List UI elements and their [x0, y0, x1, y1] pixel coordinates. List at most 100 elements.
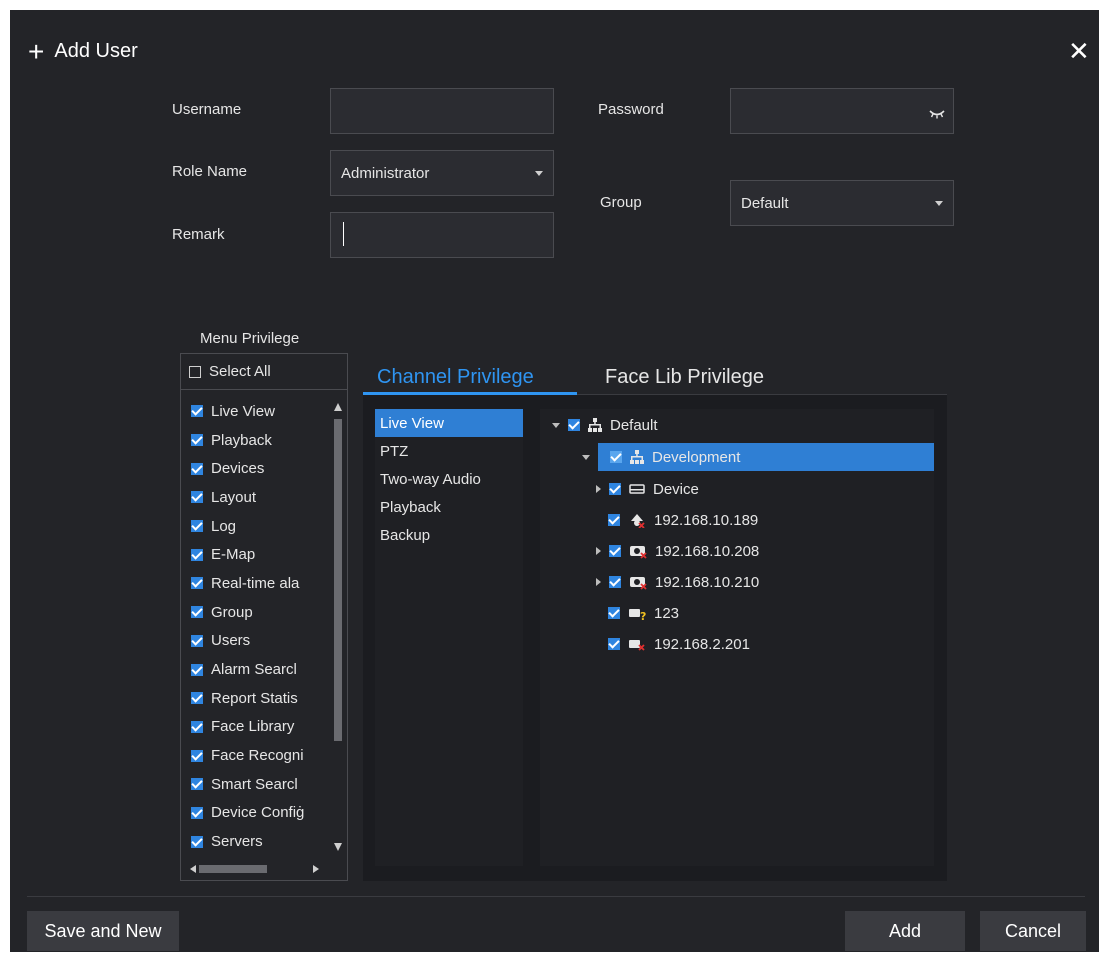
tree-node-root[interactable]: Default [552, 411, 658, 439]
tree-checkbox[interactable] [610, 451, 622, 463]
expand-arrow-icon[interactable] [596, 547, 601, 555]
menu-checkbox[interactable] [191, 778, 203, 791]
menu-privilege-item[interactable]: Smart Searcl [181, 770, 329, 799]
tree-node-development-selected[interactable]: Development [602, 443, 934, 471]
group-tree-icon [630, 450, 644, 464]
menu-checkbox[interactable] [191, 606, 203, 619]
tree-node-device[interactable]: Device [596, 475, 699, 503]
menu-privilege-item[interactable]: Live View [181, 397, 329, 426]
tree-checkbox[interactable] [608, 607, 620, 619]
menu-item-label: Alarm Searcl [211, 661, 297, 679]
tree-node-camera[interactable]: ? 123 [608, 599, 679, 627]
menu-checkbox[interactable] [191, 663, 203, 676]
add-user-dialog: + Add User ✕ Username Password Role Name… [10, 10, 1099, 952]
tab-channel-privilege[interactable]: Channel Privilege [377, 366, 534, 389]
menu-vertical-scrollbar[interactable] [329, 397, 347, 859]
menu-item-label: Log [211, 517, 237, 535]
chevron-down-icon [535, 171, 543, 176]
menu-checkbox[interactable] [191, 491, 203, 504]
tree-checkbox[interactable] [609, 545, 621, 557]
menu-checkbox[interactable] [191, 692, 203, 705]
tree-node-label: 123 [654, 604, 680, 622]
tab-face-lib-privilege[interactable]: Face Lib Privilege [605, 366, 764, 389]
close-icon[interactable]: ✕ [1068, 38, 1090, 64]
username-field[interactable] [330, 88, 554, 134]
menu-checkbox[interactable] [191, 548, 203, 561]
group-select[interactable]: Default [730, 180, 954, 226]
add-button[interactable]: Add [845, 911, 965, 951]
menu-checkbox[interactable] [191, 520, 203, 533]
menu-checkbox[interactable] [191, 577, 203, 590]
menu-privilege-item[interactable]: Devices [181, 454, 329, 483]
expand-arrow-icon[interactable] [552, 422, 560, 428]
menu-privilege-item[interactable]: Playback [181, 426, 329, 455]
menu-item-label: Real-time ala [211, 574, 300, 592]
select-all-checkbox[interactable] [189, 365, 201, 378]
menu-item-label: Layout [211, 488, 257, 506]
group-tree-icon [588, 418, 602, 432]
tree-node-label: Default [610, 416, 658, 434]
menu-privilege-item[interactable]: Users [181, 627, 329, 656]
menu-item-label: Smart Searcl [211, 775, 298, 793]
menu-privilege-item[interactable]: E-Map [181, 540, 329, 569]
tree-node-camera[interactable]: 192.168.10.208 [596, 537, 759, 565]
menu-item-label: Device Confiġ [211, 804, 305, 822]
tree-checkbox[interactable] [608, 514, 620, 526]
menu-checkbox[interactable] [191, 835, 203, 848]
menu-privilege-item[interactable]: Group [181, 598, 329, 627]
menu-privilege-item[interactable]: Alarm Searcl [181, 655, 329, 684]
text-cursor [343, 222, 344, 246]
menu-privilege-item[interactable]: Report Statis [181, 684, 329, 713]
expand-arrow-icon[interactable] [596, 485, 601, 493]
expand-arrow-icon[interactable] [582, 454, 590, 460]
tree-node-label: 192.168.10.210 [655, 573, 760, 591]
role-name-value: Administrator [341, 164, 430, 182]
menu-privilege-item[interactable]: Layout [181, 483, 329, 512]
menu-privilege-item[interactable]: Real-time ala [181, 569, 329, 598]
footer-divider [27, 896, 1085, 897]
menu-checkbox[interactable] [191, 749, 203, 762]
tree-checkbox[interactable] [568, 419, 580, 431]
menu-privilege-item[interactable]: Face Library [181, 713, 329, 742]
tree-node-camera[interactable]: 192.168.2.201 [608, 630, 750, 658]
tree-node-camera[interactable]: 192.168.10.210 [596, 568, 759, 596]
channel-type-item[interactable]: Live View [375, 409, 523, 437]
menu-item-label: E-Map [211, 546, 256, 564]
menu-privilege-item[interactable]: Face Recogni [181, 741, 329, 770]
role-name-select[interactable]: Administrator [330, 150, 554, 196]
menu-checkbox[interactable] [191, 462, 203, 475]
tree-checkbox[interactable] [609, 576, 621, 588]
channel-type-item[interactable]: Two-way Audio [375, 465, 523, 493]
dialog-title: + Add User [28, 37, 138, 65]
chevron-down-icon [935, 201, 943, 206]
menu-privilege-item[interactable]: Device Confiġ [181, 799, 329, 828]
menu-checkbox[interactable] [191, 434, 203, 447]
dialog-title-text: Add User [54, 40, 138, 62]
password-field[interactable] [730, 88, 954, 134]
channel-type-item[interactable]: PTZ [375, 437, 523, 465]
menu-privilege-item[interactable]: Log [181, 512, 329, 541]
menu-checkbox[interactable] [191, 405, 203, 418]
username-label: Username [172, 101, 242, 118]
menu-horizontal-scrollbar[interactable] [181, 858, 329, 880]
scrollbar-graphic [190, 865, 319, 873]
menu-privilege-item[interactable]: Servers [181, 827, 329, 856]
tree-node-label: Device [653, 480, 699, 498]
tree-checkbox[interactable] [609, 483, 621, 495]
save-and-new-button[interactable]: Save and New [27, 911, 179, 951]
channel-type-item[interactable]: Playback [375, 493, 523, 521]
menu-checkbox[interactable] [191, 806, 203, 819]
device-tree: Default Development Device 192.168.10.18… [540, 409, 934, 866]
menu-item-label: Face Library [211, 718, 295, 736]
menu-checkbox[interactable] [191, 634, 203, 647]
tree-node-camera[interactable]: 192.168.10.189 [608, 506, 758, 534]
select-all-row[interactable]: Select All [181, 354, 347, 390]
channel-type-item[interactable]: Backup [375, 521, 523, 549]
hide-password-icon[interactable] [929, 109, 945, 119]
ptz-camera-offline-icon [630, 546, 647, 559]
cancel-button[interactable]: Cancel [980, 911, 1086, 951]
expand-arrow-icon[interactable] [596, 578, 601, 586]
menu-checkbox[interactable] [191, 720, 203, 733]
remark-field[interactable] [330, 212, 554, 258]
tree-checkbox[interactable] [608, 638, 620, 650]
